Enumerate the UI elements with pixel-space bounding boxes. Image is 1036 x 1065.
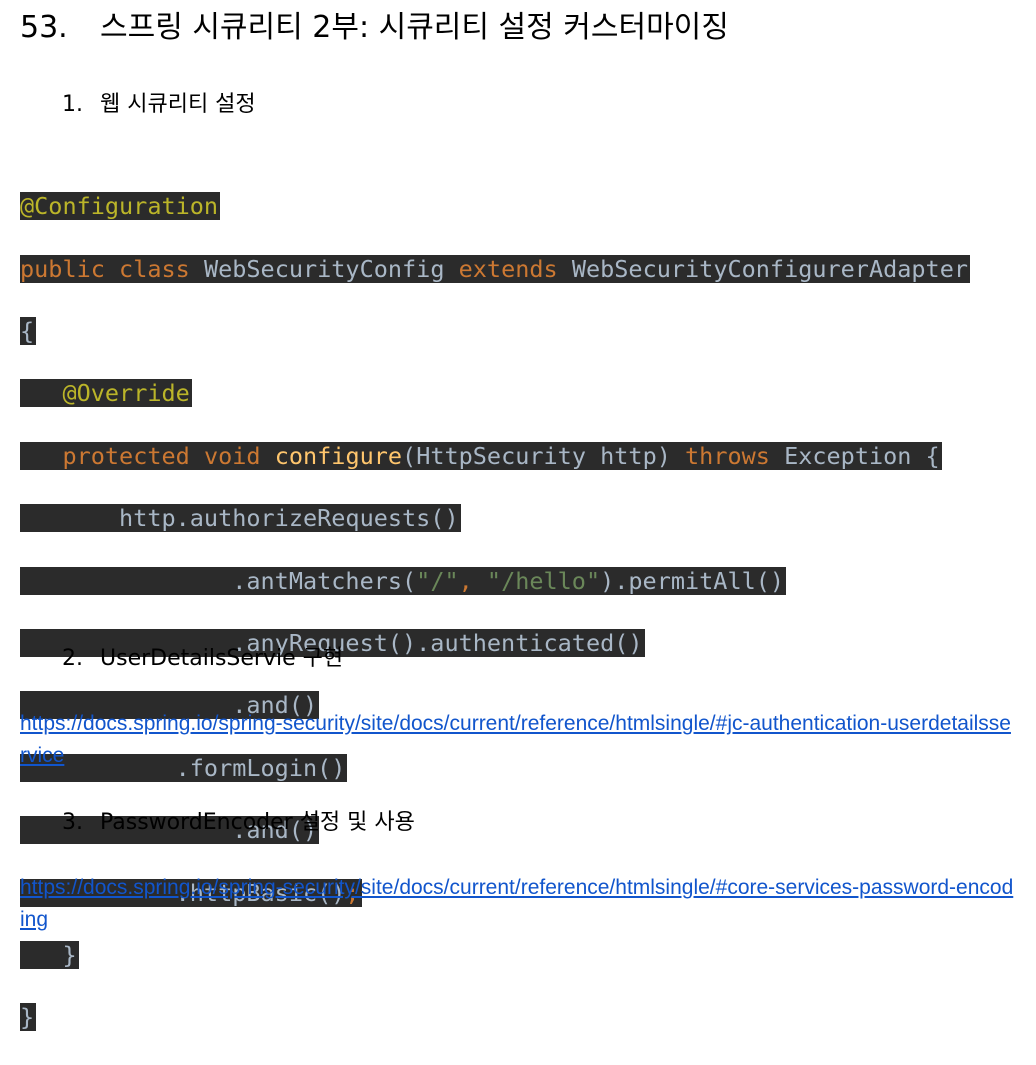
section-title: 스프링 시큐리티 2부: 시큐리티 설정 커스터마이징 <box>100 10 729 45</box>
list-item-text: PasswordEncoder 설정 및 사용 <box>100 810 415 835</box>
code-line: @Configuration <box>20 191 970 222</box>
code-class-name: WebSecurityConfig <box>203 254 445 283</box>
page-title: 53. 스프링 시큐리티 2부: 시큐리티 설정 커스터마이징 <box>20 8 729 48</box>
list-item-password-encoder: 3. PasswordEncoder 설정 및 사용 <box>62 808 415 838</box>
code-keyword: throws <box>685 441 770 470</box>
code-line: http.authorizeRequests() <box>20 503 970 534</box>
userdetails-doc-link[interactable]: https://docs.spring.io/spring-security/s… <box>20 708 1016 772</box>
code-line: } <box>20 940 970 971</box>
code-text: .antMatchers( <box>232 566 417 595</box>
code-params: (HttpSecurity http) <box>402 441 671 470</box>
code-line: } <box>20 1002 970 1033</box>
code-keyword: protected <box>62 441 190 470</box>
list-item-text: 웹 시큐리티 설정 <box>100 92 256 117</box>
list-item-userdetails: 2. UserDetailsServie 구현 <box>62 644 343 674</box>
list-item-number: 1. <box>62 92 83 117</box>
list-item-number: 3. <box>62 810 83 835</box>
code-keyword: void <box>203 441 261 470</box>
code-line: @Override <box>20 378 970 409</box>
code-string: "/" <box>416 566 459 595</box>
code-comma: , <box>458 566 487 595</box>
code-text: ).permitAll() <box>600 566 785 595</box>
code-keyword: class <box>119 254 190 283</box>
code-keyword: extends <box>458 254 558 283</box>
code-brace: } <box>62 940 77 969</box>
code-line: public class WebSecurityConfig extends W… <box>20 254 970 285</box>
list-item-web-security: 1. 웹 시큐리티 설정 <box>62 90 256 120</box>
code-line: { <box>20 316 970 347</box>
section-number: 53. <box>20 10 68 45</box>
code-parent-class: WebSecurityConfigurerAdapter <box>571 254 968 283</box>
code-annotation: @Configuration <box>20 192 221 221</box>
code-method-name: configure <box>274 441 403 470</box>
code-annotation: @Override <box>62 379 190 408</box>
code-brace: { <box>20 316 37 345</box>
list-item-number: 2. <box>62 646 83 671</box>
code-exception: Exception { <box>784 441 940 470</box>
code-keyword: public <box>20 254 105 283</box>
code-line: .antMatchers("/", "/hello").permitAll() <box>20 566 970 597</box>
code-string: "/hello" <box>486 566 601 595</box>
code-text: http.authorizeRequests() <box>119 504 459 533</box>
password-encoding-doc-link[interactable]: https://docs.spring.io/spring-security/s… <box>20 872 1016 936</box>
code-brace: } <box>20 1003 37 1032</box>
code-line: protected void configure(HttpSecurity ht… <box>20 441 970 472</box>
list-item-text: UserDetailsServie 구현 <box>100 646 344 671</box>
